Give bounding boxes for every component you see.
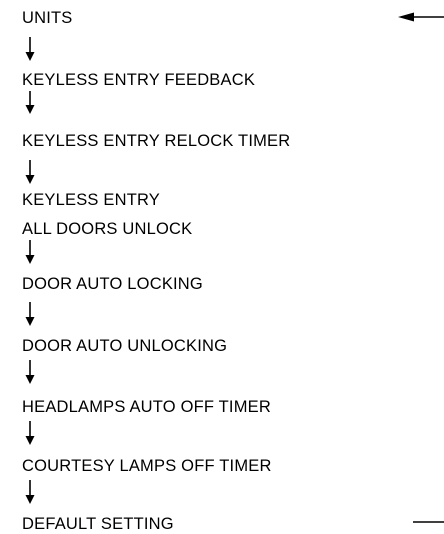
flow-step: KEYLESS ENTRY RELOCK TIMER: [22, 132, 290, 150]
step-label: ALL DOORS UNLOCK: [22, 220, 192, 238]
flow-arrow: [25, 302, 35, 326]
step-label: HEADLAMPS AUTO OFF TIMER: [22, 398, 271, 416]
step-label: KEYLESS ENTRY RELOCK TIMER: [22, 132, 290, 150]
menu-flow-diagram: UNITS KEYLESS ENTRY FEEDBACK KEYLESS ENT…: [22, 9, 444, 533]
flow-step: UNITS: [22, 9, 73, 27]
flow-step: COURTESY LAMPS OFF TIMER: [22, 457, 272, 475]
flow-arrow: [25, 160, 35, 184]
step-label: COURTESY LAMPS OFF TIMER: [22, 457, 272, 475]
step-label: KEYLESS ENTRY FEEDBACK: [22, 71, 255, 89]
flow-arrow: [25, 421, 35, 445]
return-loop-arrow: [398, 12, 444, 523]
flow-arrow: [25, 360, 35, 384]
step-label: UNITS: [22, 9, 73, 27]
flow-arrow: [25, 480, 35, 504]
flow-step: DOOR AUTO UNLOCKING: [22, 337, 227, 355]
flow-step: HEADLAMPS AUTO OFF TIMER: [22, 398, 271, 416]
step-label: DOOR AUTO UNLOCKING: [22, 337, 227, 355]
flow-step: DOOR AUTO LOCKING: [22, 275, 203, 293]
step-label: DEFAULT SETTING: [22, 515, 174, 533]
step-label: DOOR AUTO LOCKING: [22, 275, 203, 293]
flow-step: KEYLESS ENTRY FEEDBACK: [22, 71, 255, 89]
flow-step: DEFAULT SETTING: [22, 515, 174, 533]
flow-arrow: [25, 91, 35, 114]
step-label: KEYLESS ENTRY: [22, 191, 160, 209]
flow-arrow: [25, 37, 35, 61]
flow-arrow: [25, 240, 35, 264]
flow-step: KEYLESS ENTRY ALL DOORS UNLOCK: [22, 191, 192, 238]
